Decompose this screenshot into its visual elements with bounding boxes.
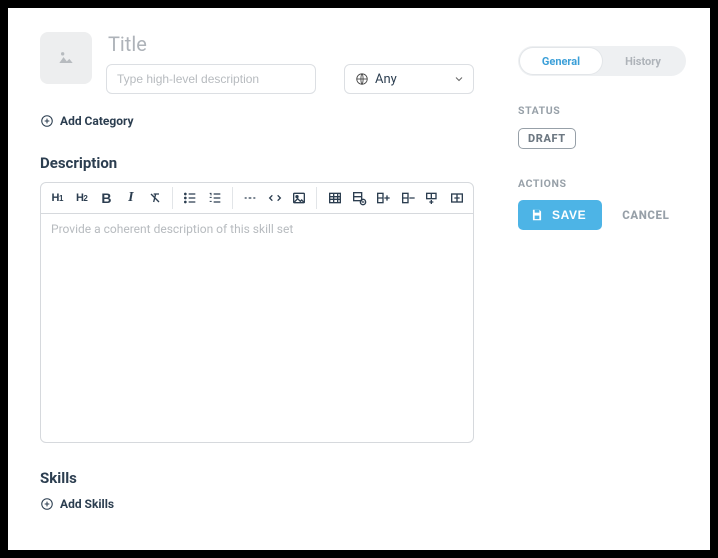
separator [232,187,233,209]
italic-button[interactable]: I [120,187,140,209]
code-button[interactable] [264,187,284,209]
add-skills-button[interactable]: Add Skills [40,497,474,511]
status-badge: DRAFT [518,128,576,149]
delete-table-button[interactable] [349,187,369,209]
globe-icon [355,72,369,86]
main-column: Title Any Add Category Description H1 H2 [40,32,498,526]
rich-text-editor: H1 H2 B I Provide a [40,182,474,443]
heading1-button[interactable]: H1 [47,187,67,209]
plus-circle-icon [40,497,54,511]
save-icon [530,208,544,222]
add-category-label: Add Category [60,114,134,128]
separator [172,187,173,209]
add-row-button[interactable] [422,187,442,209]
merge-cells-button[interactable] [447,187,467,209]
actions-row: SAVE CANCEL [518,200,686,230]
add-category-button[interactable]: Add Category [40,114,474,128]
actions-label: ACTIONS [518,177,686,190]
ordered-list-button[interactable] [205,187,225,209]
delete-column-button[interactable] [398,187,418,209]
table-button[interactable] [324,187,344,209]
save-button[interactable]: SAVE [518,200,602,230]
add-skills-label: Add Skills [60,497,114,511]
plus-circle-icon [40,114,54,128]
header-fields: Title Any [106,32,474,94]
tab-group: General History [518,46,686,76]
cancel-button[interactable]: CANCEL [622,208,669,222]
image-button[interactable] [289,187,309,209]
heading2-button[interactable]: H2 [71,187,91,209]
clear-format-button[interactable] [145,187,165,209]
add-column-button[interactable] [373,187,393,209]
bullet-list-button[interactable] [180,187,200,209]
description-input[interactable] [106,64,316,94]
app-frame: Title Any Add Category Description H1 H2 [8,8,710,550]
image-placeholder[interactable] [40,32,92,84]
bold-button[interactable]: B [96,187,116,209]
description-heading: Description [40,154,474,172]
separator [316,187,317,209]
chevron-down-icon [453,73,465,85]
visibility-value: Any [375,72,447,87]
skills-heading: Skills [40,469,474,487]
tab-general[interactable]: General [520,48,602,74]
image-icon [56,48,76,68]
tab-history[interactable]: History [602,48,684,74]
title-placeholder[interactable]: Title [106,32,474,56]
header: Title Any [40,32,474,94]
visibility-select[interactable]: Any [344,64,474,94]
sidebar: General History STATUS DRAFT ACTIONS SAV… [498,32,686,526]
hr-button[interactable] [240,187,260,209]
editor-canvas[interactable]: Provide a coherent description of this s… [41,214,473,442]
status-label: STATUS [518,104,686,117]
editor-placeholder: Provide a coherent description of this s… [51,222,463,236]
editor-toolbar: H1 H2 B I [41,183,473,214]
save-label: SAVE [552,208,586,222]
